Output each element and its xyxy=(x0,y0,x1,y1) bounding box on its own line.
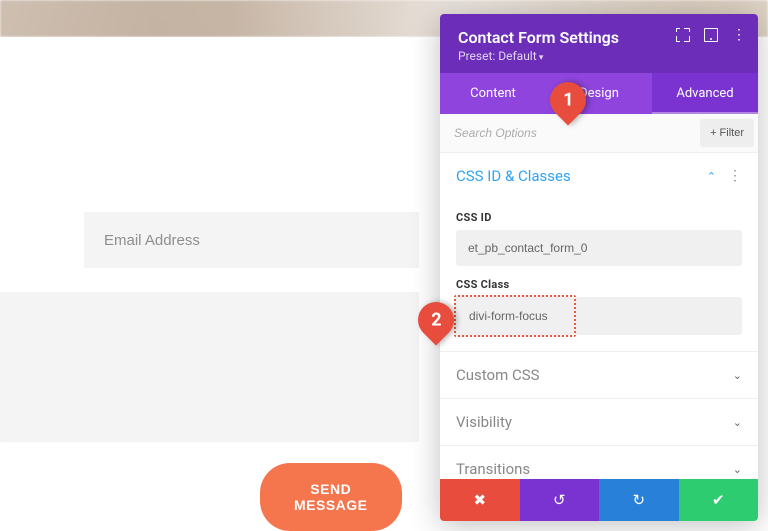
search-row: + Filter xyxy=(440,114,758,153)
section-header-css[interactable]: CSS ID & Classes ⌃ ⋮ xyxy=(440,153,758,199)
callout-number: 1 xyxy=(563,90,573,111)
chevron-up-icon: ⌃ xyxy=(707,170,716,183)
tab-advanced[interactable]: Advanced xyxy=(652,73,758,114)
section-visibility: Visibility ⌄ xyxy=(440,399,758,446)
chevron-down-icon: ⌄ xyxy=(733,463,742,476)
cancel-button[interactable]: ✖ xyxy=(440,479,520,521)
redo-button[interactable]: ↻ xyxy=(599,479,679,521)
section-custom-css: Custom CSS ⌄ xyxy=(440,352,758,399)
panel-footer: ✖ ↺ ↻ ✔ xyxy=(440,479,758,521)
css-class-input[interactable] xyxy=(459,300,571,332)
css-class-highlight xyxy=(454,295,576,337)
send-message-button[interactable]: SEND MESSAGE xyxy=(260,463,402,531)
section-menu-icon[interactable]: ⋮ xyxy=(728,168,742,184)
section-title: CSS ID & Classes xyxy=(456,167,571,185)
tabs: Content Design Advanced xyxy=(440,73,758,114)
css-class-label: CSS Class xyxy=(456,278,742,291)
responsive-icon[interactable] xyxy=(704,28,718,42)
save-button[interactable]: ✔ xyxy=(679,479,759,521)
undo-button[interactable]: ↺ xyxy=(520,479,600,521)
callout-number: 2 xyxy=(431,310,441,331)
section-header-custom-css[interactable]: Custom CSS ⌄ xyxy=(440,352,758,398)
section-title: Custom CSS xyxy=(456,366,540,384)
filter-button[interactable]: + Filter xyxy=(700,119,754,147)
css-id-input[interactable] xyxy=(456,230,742,266)
tab-content[interactable]: Content xyxy=(440,73,546,114)
email-field[interactable] xyxy=(84,212,419,268)
section-body-css: CSS ID CSS Class xyxy=(440,211,758,351)
expand-icon[interactable] xyxy=(676,28,690,42)
preset-dropdown[interactable]: Preset: Default xyxy=(458,49,740,63)
more-options-icon[interactable]: ⋮ xyxy=(732,28,746,42)
message-field[interactable] xyxy=(0,292,419,442)
chevron-down-icon: ⌄ xyxy=(733,416,742,429)
chevron-down-icon: ⌄ xyxy=(733,369,742,382)
section-title: Transitions xyxy=(456,460,530,478)
settings-panel: Contact Form Settings Preset: Default ⋮ … xyxy=(440,14,758,521)
section-title: Visibility xyxy=(456,413,512,431)
panel-header: Contact Form Settings Preset: Default ⋮ xyxy=(440,14,758,73)
section-css-id-classes: CSS ID & Classes ⌃ ⋮ CSS ID CSS Class xyxy=(440,153,758,352)
section-header-visibility[interactable]: Visibility ⌄ xyxy=(440,399,758,445)
css-id-label: CSS ID xyxy=(456,211,742,224)
